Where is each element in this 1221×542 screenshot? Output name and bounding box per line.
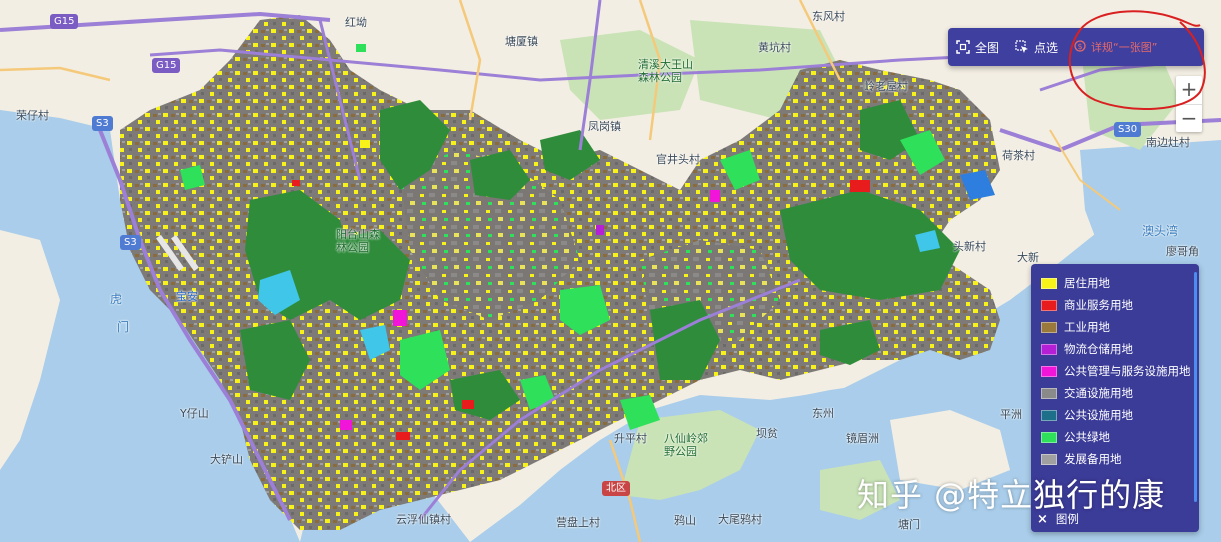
place-label: 官井头村	[656, 153, 700, 166]
highway-badge: S3	[92, 116, 113, 131]
zoom-out-button[interactable]: −	[1176, 105, 1202, 133]
legend-item-label: 公共设施用地	[1064, 408, 1133, 422]
legend-item-label: 发展备用地	[1064, 452, 1122, 466]
svg-text:$: $	[1077, 42, 1082, 51]
legend-item-label: 交通设施用地	[1064, 386, 1133, 400]
park-label: 阳台山森林公园	[336, 228, 380, 254]
place-label: 红坳	[345, 16, 367, 29]
full-extent-label: 全图	[975, 40, 1000, 55]
legend-swatch	[1041, 409, 1057, 421]
legend-item[interactable]: 商业服务用地	[1041, 296, 1133, 314]
detail-plan-label: 详规“一张图”	[1091, 41, 1158, 54]
highway-badge: G15	[152, 58, 181, 73]
legend-item[interactable]: 居住用地	[1041, 274, 1110, 292]
legend-item-label: 公共管理与服务设施用地	[1064, 364, 1191, 378]
place-label: 云浮仙镇村	[396, 513, 451, 526]
watermark: 知乎 @特立独行的康	[857, 476, 1166, 514]
water-label: 澳头湾	[1142, 224, 1179, 238]
map-toolbar: 全图 点选 $ 详规“一张图”	[948, 28, 1204, 66]
park-label: 清溪大王山森林公园	[638, 58, 693, 84]
water-label: 虎	[110, 292, 123, 306]
legend-swatch	[1041, 431, 1057, 443]
legend-item[interactable]: 物流仓储用地	[1041, 340, 1133, 358]
place-label: 大铲山	[210, 453, 243, 466]
legend-swatch	[1041, 321, 1057, 333]
highway-badge: S30	[1114, 122, 1142, 137]
legend-item[interactable]: 发展备用地	[1041, 450, 1122, 468]
place-label: 岭老屋村	[864, 80, 908, 93]
place-label: 大新	[1017, 251, 1039, 264]
full-extent-button[interactable]: 全图	[948, 39, 1007, 56]
detail-plan-button[interactable]: $ 详规“一张图”	[1066, 39, 1165, 55]
place-label: 坝贫	[756, 427, 778, 440]
place-label: 平洲	[1000, 408, 1022, 421]
legend-swatch	[1041, 299, 1057, 311]
zoom-control: + −	[1176, 76, 1202, 132]
place-label: 镜眉洲	[846, 432, 879, 445]
place-label: 黄坑村	[758, 41, 791, 54]
highway-badge: S3	[120, 235, 141, 250]
place-label: 塘厦镇	[505, 35, 538, 48]
legend-item[interactable]: 公共管理与服务设施用地	[1041, 362, 1191, 380]
legend-item-label: 物流仓储用地	[1064, 342, 1133, 356]
legend-item-label: 公共绿地	[1064, 430, 1110, 444]
legend-swatch	[1041, 343, 1057, 355]
place-label: Y仔山	[180, 407, 209, 420]
place-label: 凤岗镇	[588, 120, 621, 133]
place-label: 荷茶村	[1002, 149, 1035, 162]
zoom-in-button[interactable]: +	[1176, 76, 1202, 105]
place-label: 塘门	[898, 518, 920, 531]
highway-badge: G15	[50, 14, 79, 29]
place-label: 大尾鸦村	[718, 513, 762, 526]
fullscreen-icon	[956, 40, 970, 54]
place-label: 营盘上村	[556, 516, 600, 529]
place-label: 升平村	[614, 432, 647, 445]
place-label: 东州	[812, 407, 834, 420]
legend-item-label: 商业服务用地	[1064, 298, 1133, 312]
place-label: 南边灶村	[1146, 136, 1190, 149]
legend-item[interactable]: 交通设施用地	[1041, 384, 1133, 402]
place-label: 鸦山	[674, 514, 696, 527]
legend-scrollbar[interactable]	[1194, 272, 1197, 502]
legend-swatch	[1041, 365, 1057, 377]
legend-item-label: 居住用地	[1064, 276, 1110, 290]
location-pin-icon: $	[1074, 40, 1086, 52]
point-select-label: 点选	[1034, 40, 1059, 55]
legend-item[interactable]: 工业用地	[1041, 318, 1110, 336]
park-label: 八仙岭郊野公园	[664, 432, 708, 458]
point-select-button[interactable]: 点选	[1007, 39, 1066, 56]
airport-label: 宝安	[176, 290, 198, 303]
place-label: 廖哥角	[1166, 245, 1199, 258]
place-label: 荣仔村	[16, 109, 49, 122]
legend-item[interactable]: 公共设施用地	[1041, 406, 1133, 424]
legend-item[interactable]: 公共绿地	[1041, 428, 1110, 446]
cursor-select-icon	[1015, 40, 1029, 53]
legend-swatch	[1041, 277, 1057, 289]
district-badge: 北区	[602, 481, 630, 496]
place-label: 东风村	[812, 10, 845, 23]
place-label: 头新村	[953, 240, 986, 253]
water-label: 门	[117, 320, 130, 334]
legend-swatch	[1041, 387, 1057, 399]
legend-swatch	[1041, 453, 1057, 465]
legend-item-label: 工业用地	[1064, 320, 1110, 334]
